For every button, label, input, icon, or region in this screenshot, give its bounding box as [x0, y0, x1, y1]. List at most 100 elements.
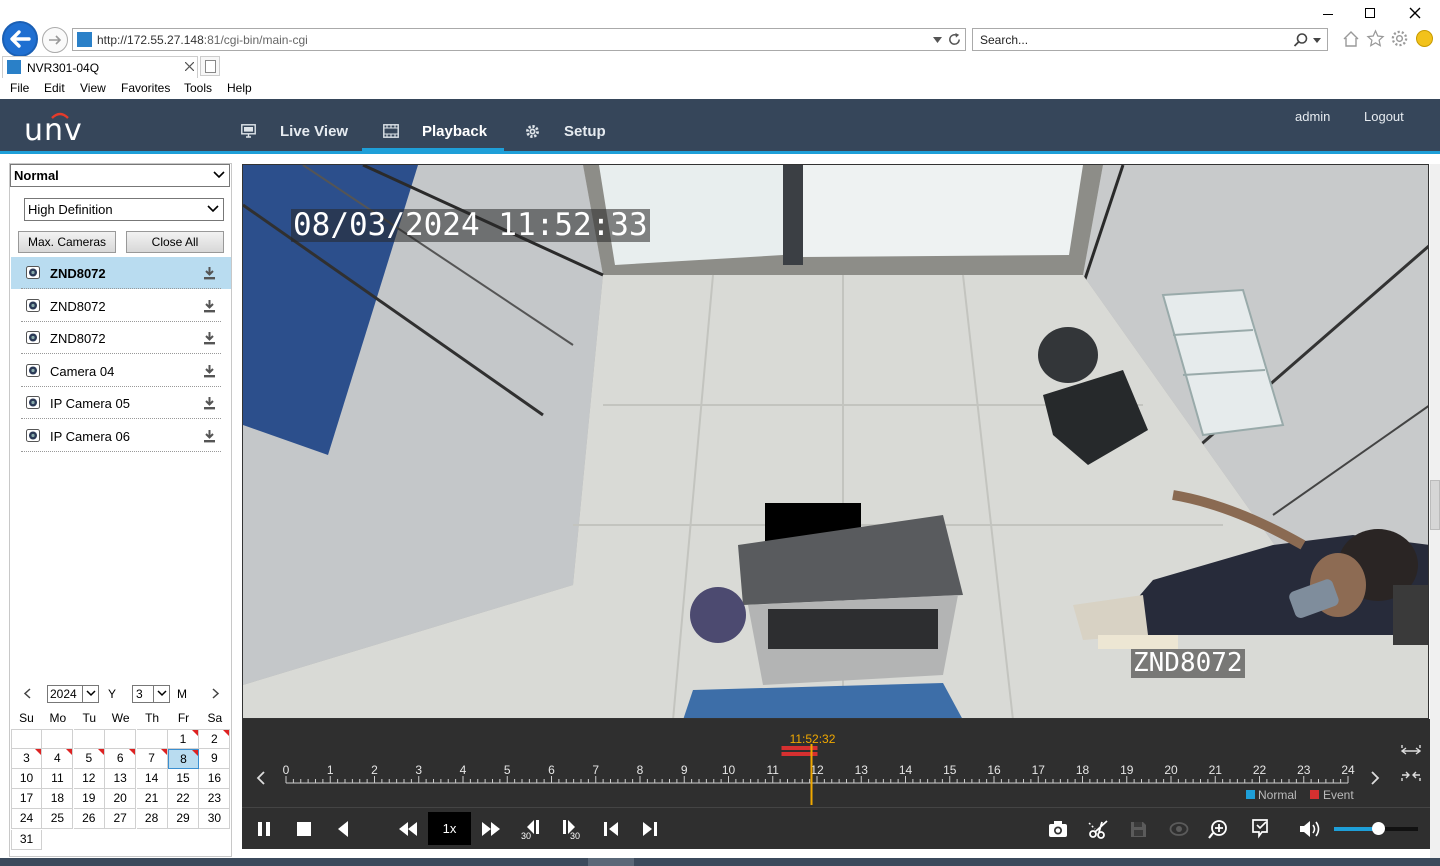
playback-timeline[interactable]: 0 1 2 3 4 5 6 7 8 9 10 11 12 13 14 15 16 17 18 19 20 21 22 23 24…: [242, 719, 1430, 807]
skip-back-30-button[interactable]: 30: [521, 818, 543, 841]
menu-edit[interactable]: Edit: [44, 81, 65, 95]
zoom-magnifier-icon[interactable]: [1208, 819, 1230, 840]
download-icon[interactable]: [203, 429, 216, 443]
calendar-day[interactable]: 30: [199, 809, 231, 830]
previous-frame-icon[interactable]: [602, 821, 620, 837]
year-select[interactable]: 2024: [47, 685, 99, 703]
video-player[interactable]: 08/03/2024 11:52:33 ZND8072: [242, 164, 1429, 719]
close-tab-icon[interactable]: [185, 62, 194, 71]
close-window-icon[interactable]: [1409, 7, 1421, 19]
calendar-day[interactable]: 9: [199, 749, 231, 770]
back-button[interactable]: [2, 21, 38, 57]
calendar-day[interactable]: 2: [199, 729, 231, 749]
calendar-day[interactable]: 20: [105, 789, 137, 810]
nav-setup[interactable]: Setup: [524, 99, 624, 151]
next-frame-icon[interactable]: [641, 821, 659, 837]
favorites-star-icon[interactable]: [1366, 29, 1385, 48]
calendar-day[interactable]: 31: [11, 829, 42, 850]
download-icon[interactable]: [203, 331, 216, 345]
volume-slider-handle[interactable]: [1371, 822, 1385, 835]
calendar-day[interactable]: 26: [73, 809, 105, 830]
browser-tab[interactable]: NVR301-04Q: [2, 56, 198, 78]
quality-select[interactable]: High Definition: [24, 198, 224, 221]
tag-icon[interactable]: [1251, 819, 1271, 839]
camera-list-item[interactable]: ZND8072: [11, 322, 231, 355]
calendar-day[interactable]: 24: [11, 809, 42, 830]
zoom-out-timeline-icon[interactable]: [1401, 744, 1421, 758]
download-icon[interactable]: [203, 396, 216, 410]
prev-month-icon[interactable]: [23, 688, 31, 699]
search-icon[interactable]: [1293, 32, 1309, 48]
stop-icon[interactable]: [296, 821, 312, 837]
calendar-day[interactable]: 1: [168, 729, 199, 749]
search-box[interactable]: Search...: [972, 28, 1328, 51]
calendar-day[interactable]: 28: [136, 809, 168, 830]
camera-list-item[interactable]: ZND8072: [11, 257, 231, 289]
download-icon[interactable]: [203, 266, 216, 280]
calendar-day[interactable]: 19: [73, 789, 105, 810]
camera-list-item[interactable]: Camera 04: [11, 355, 231, 387]
calendar-day[interactable]: 29: [168, 809, 199, 830]
calendar-day[interactable]: 21: [136, 789, 168, 810]
calendar-day[interactable]: 6: [105, 749, 137, 770]
max-cameras-button[interactable]: Max. Cameras: [18, 231, 116, 253]
calendar-day[interactable]: 11: [42, 769, 74, 790]
calendar-day[interactable]: 10: [11, 769, 42, 790]
month-select[interactable]: 3: [132, 685, 170, 703]
download-icon[interactable]: [203, 364, 216, 378]
address-bar[interactable]: http://172.55.27.148:81/cgi-bin/main-cgi: [72, 28, 966, 51]
zoom-in-timeline-icon[interactable]: [1401, 768, 1421, 782]
calendar-day[interactable]: 25: [42, 809, 74, 830]
restore-icon[interactable]: [1365, 8, 1375, 18]
feedback-smiley-icon[interactable]: [1416, 30, 1433, 47]
settings-gear-icon[interactable]: [1390, 29, 1409, 48]
calendar-day[interactable]: 23: [199, 789, 231, 810]
timeline-prev-icon[interactable]: [256, 770, 266, 786]
menu-tools[interactable]: Tools: [184, 81, 212, 95]
calendar-day[interactable]: 7: [136, 749, 168, 770]
calendar-day[interactable]: 13: [105, 769, 137, 790]
nav-live-view[interactable]: Live View: [240, 99, 360, 151]
calendar-day[interactable]: 27: [105, 809, 137, 830]
new-tab-button[interactable]: [200, 56, 220, 76]
digital-zoom-icon[interactable]: [1169, 820, 1189, 838]
calendar-day[interactable]: 17: [11, 789, 42, 810]
calendar-day[interactable]: 18: [42, 789, 74, 810]
volume-slider[interactable]: [1334, 822, 1418, 835]
camera-list-item[interactable]: IP Camera 05: [11, 387, 231, 420]
pause-icon[interactable]: [257, 821, 271, 837]
next-month-icon[interactable]: [212, 688, 220, 699]
fast-forward-icon[interactable]: [481, 821, 501, 837]
speed-indicator[interactable]: 1x: [428, 812, 471, 845]
calendar-day[interactable]: 8: [168, 749, 199, 770]
calendar-day[interactable]: 12: [73, 769, 105, 790]
clip-scissors-icon[interactable]: [1088, 819, 1110, 839]
save-clip-icon[interactable]: [1130, 821, 1147, 838]
camera-list-item[interactable]: ZND8072: [11, 290, 231, 322]
rewind-icon[interactable]: [398, 821, 418, 837]
minimize-icon[interactable]: [1323, 14, 1333, 15]
menu-favorites[interactable]: Favorites: [121, 81, 170, 95]
calendar-day[interactable]: 22: [168, 789, 199, 810]
calendar-day[interactable]: 5: [73, 749, 105, 770]
calendar-day[interactable]: 3: [11, 749, 42, 770]
timeline-next-icon[interactable]: [1370, 770, 1380, 786]
menu-view[interactable]: View: [80, 81, 106, 95]
menu-help[interactable]: Help: [227, 81, 252, 95]
calendar-day[interactable]: 4: [42, 749, 74, 770]
snapshot-icon[interactable]: [1048, 820, 1068, 838]
search-input[interactable]: Search...: [980, 33, 1028, 47]
volume-icon[interactable]: [1299, 820, 1321, 838]
nav-playback[interactable]: Playback: [382, 99, 502, 151]
logout-link[interactable]: Logout: [1364, 109, 1404, 124]
calendar-day[interactable]: 14: [136, 769, 168, 790]
search-dropdown-icon[interactable]: [1313, 38, 1321, 43]
dropdown-icon[interactable]: [933, 37, 942, 43]
download-icon[interactable]: [203, 299, 216, 313]
stream-mode-select[interactable]: Normal: [10, 164, 230, 187]
calendar-day[interactable]: 15: [168, 769, 199, 790]
collapse-handle[interactable]: [1430, 480, 1440, 530]
close-all-button[interactable]: Close All: [126, 231, 224, 253]
camera-list-item[interactable]: IP Camera 06: [11, 420, 231, 452]
forward-button[interactable]: [42, 27, 68, 53]
